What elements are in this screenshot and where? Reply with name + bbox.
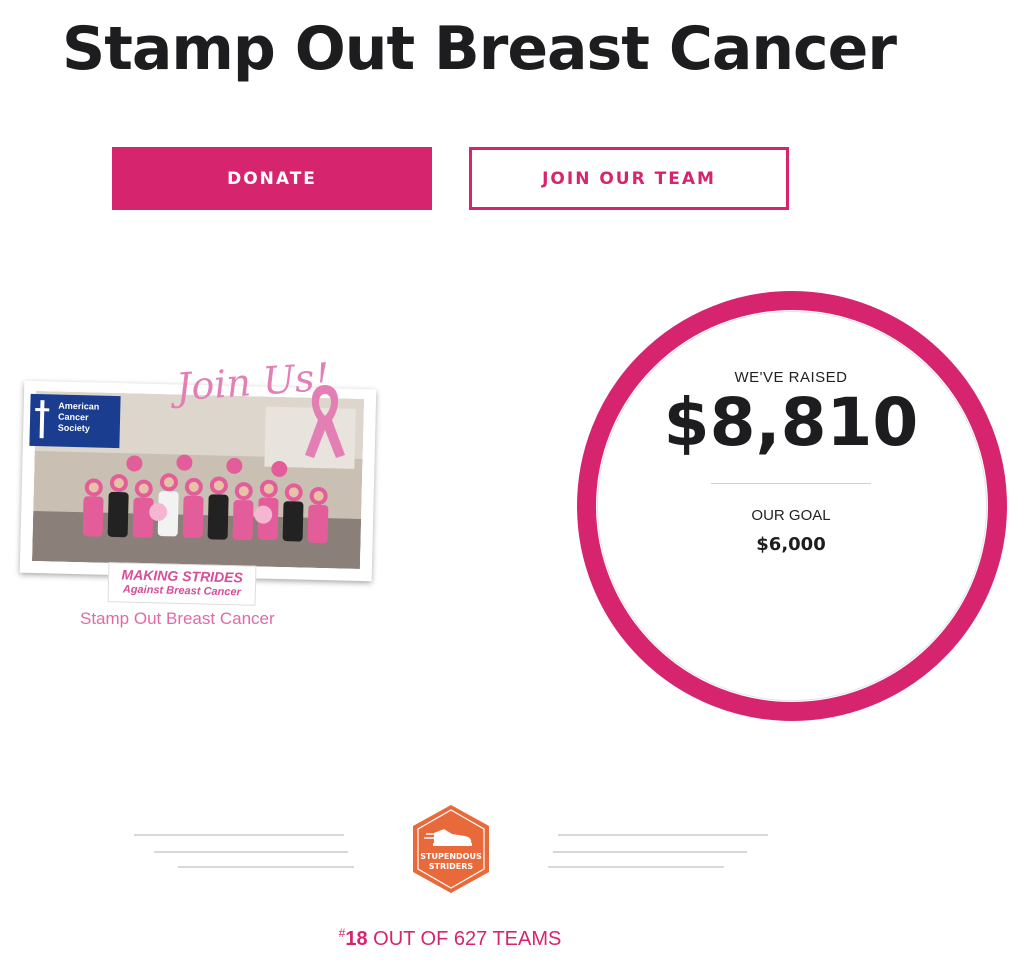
goal-label: OUR GOAL — [751, 507, 831, 524]
rank-suffix: OUT OF 627 TEAMS — [373, 928, 562, 950]
stupendous-striders-badge: STUPENDOUS STRIDERS — [413, 805, 489, 893]
pink-ribbon-icon — [305, 385, 345, 458]
donate-button[interactable]: DONATE — [112, 147, 432, 210]
badge-line-left-2 — [154, 851, 348, 853]
team-rank: #18 OUT OF 627 TEAMS — [0, 926, 900, 951]
progress-divider — [711, 483, 871, 484]
rank-hash: # — [338, 926, 346, 940]
acs-logo-text: American Cancer Society — [57, 400, 100, 434]
badge-line2: STRIDERS — [429, 862, 474, 871]
badge-line-right-3 — [548, 866, 724, 868]
banner-line2: Against Breast Cancer — [122, 583, 241, 599]
photo-caption: Stamp Out Breast Cancer — [80, 609, 275, 628]
badge-line1: STUPENDOUS — [420, 852, 482, 861]
badge-line-left-1 — [134, 834, 344, 836]
raised-amount: $8,810 — [663, 384, 919, 461]
badge-line-left-3 — [178, 866, 354, 868]
acs-logo: American Cancer Society — [29, 393, 121, 449]
badge-line-right-2 — [553, 851, 747, 853]
sword-icon — [39, 400, 45, 439]
goal-amount: $6,000 — [756, 534, 826, 555]
making-strides-banner: MAKING STRIDES Against Breast Cancer — [107, 562, 257, 606]
badge-line-right-1 — [558, 834, 768, 836]
page-title: Stamp Out Breast Cancer — [62, 14, 897, 84]
rank-position: 18 — [345, 928, 368, 950]
join-team-button[interactable]: JOIN OUR TEAM — [469, 147, 789, 210]
